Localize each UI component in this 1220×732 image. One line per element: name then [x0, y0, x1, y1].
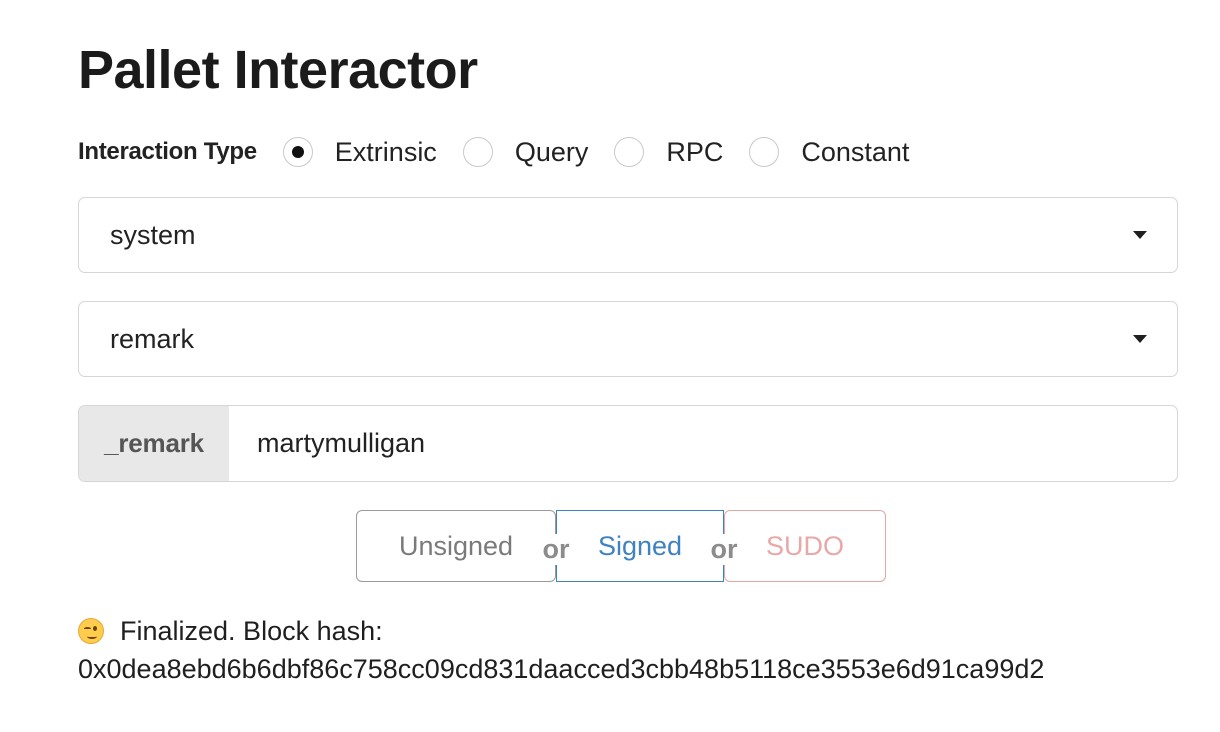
- block-hash: 0x0dea8ebd6b6dbf86c758cc09cd831daacced3c…: [78, 654, 1045, 684]
- radio-rpc[interactable]: RPC: [614, 137, 723, 168]
- pallet-dropdown-value: system: [110, 219, 196, 250]
- status-text: Finalized. Block hash:: [120, 616, 383, 646]
- or-label: or: [705, 533, 743, 565]
- call-dropdown-value: remark: [110, 323, 195, 354]
- winking-face-icon: [78, 618, 104, 644]
- tx-status: Finalized. Block hash: 0x0dea8ebd6b6dbf8…: [78, 612, 1044, 688]
- dropdown-caret-icon: [1133, 231, 1147, 239]
- radio-extrinsic[interactable]: Extrinsic: [282, 136, 437, 168]
- call-dropdown[interactable]: remark: [78, 301, 1178, 377]
- pallet-interactor: Pallet Interactor Interaction Type Extri…: [78, 0, 1178, 732]
- signed-button[interactable]: Signed: [556, 510, 724, 582]
- radio-label-rpc: RPC: [666, 136, 724, 167]
- or-label: or: [537, 533, 575, 565]
- radio-label-query: Query: [514, 136, 589, 167]
- radio-unchecked-icon[interactable]: [749, 137, 780, 167]
- remark-input[interactable]: [229, 406, 1177, 481]
- radio-label-constant: Constant: [801, 136, 910, 167]
- dropdown-caret-icon: [1133, 335, 1147, 343]
- radio-unchecked-icon[interactable]: [614, 137, 645, 167]
- radio-unchecked-icon[interactable]: [462, 137, 493, 167]
- radio-constant[interactable]: Constant: [749, 137, 909, 168]
- remark-param-label: _remark: [79, 406, 229, 481]
- sudo-button[interactable]: SUDO: [724, 510, 886, 582]
- submit-button-group: Unsigned or Signed or SUDO: [356, 510, 886, 582]
- pallet-dropdown[interactable]: system: [78, 197, 1178, 273]
- page-title: Pallet Interactor: [78, 40, 478, 100]
- radio-label-extrinsic: Extrinsic: [334, 136, 437, 167]
- radio-query[interactable]: Query: [462, 136, 589, 168]
- interaction-type-group: Interaction Type Extrinsic Query RPC Con…: [78, 130, 935, 174]
- unsigned-button[interactable]: Unsigned: [356, 510, 556, 582]
- radio-checked-icon[interactable]: [282, 137, 313, 167]
- remark-param-field: _remark: [78, 405, 1178, 482]
- interaction-type-label: Interaction Type: [78, 138, 257, 165]
